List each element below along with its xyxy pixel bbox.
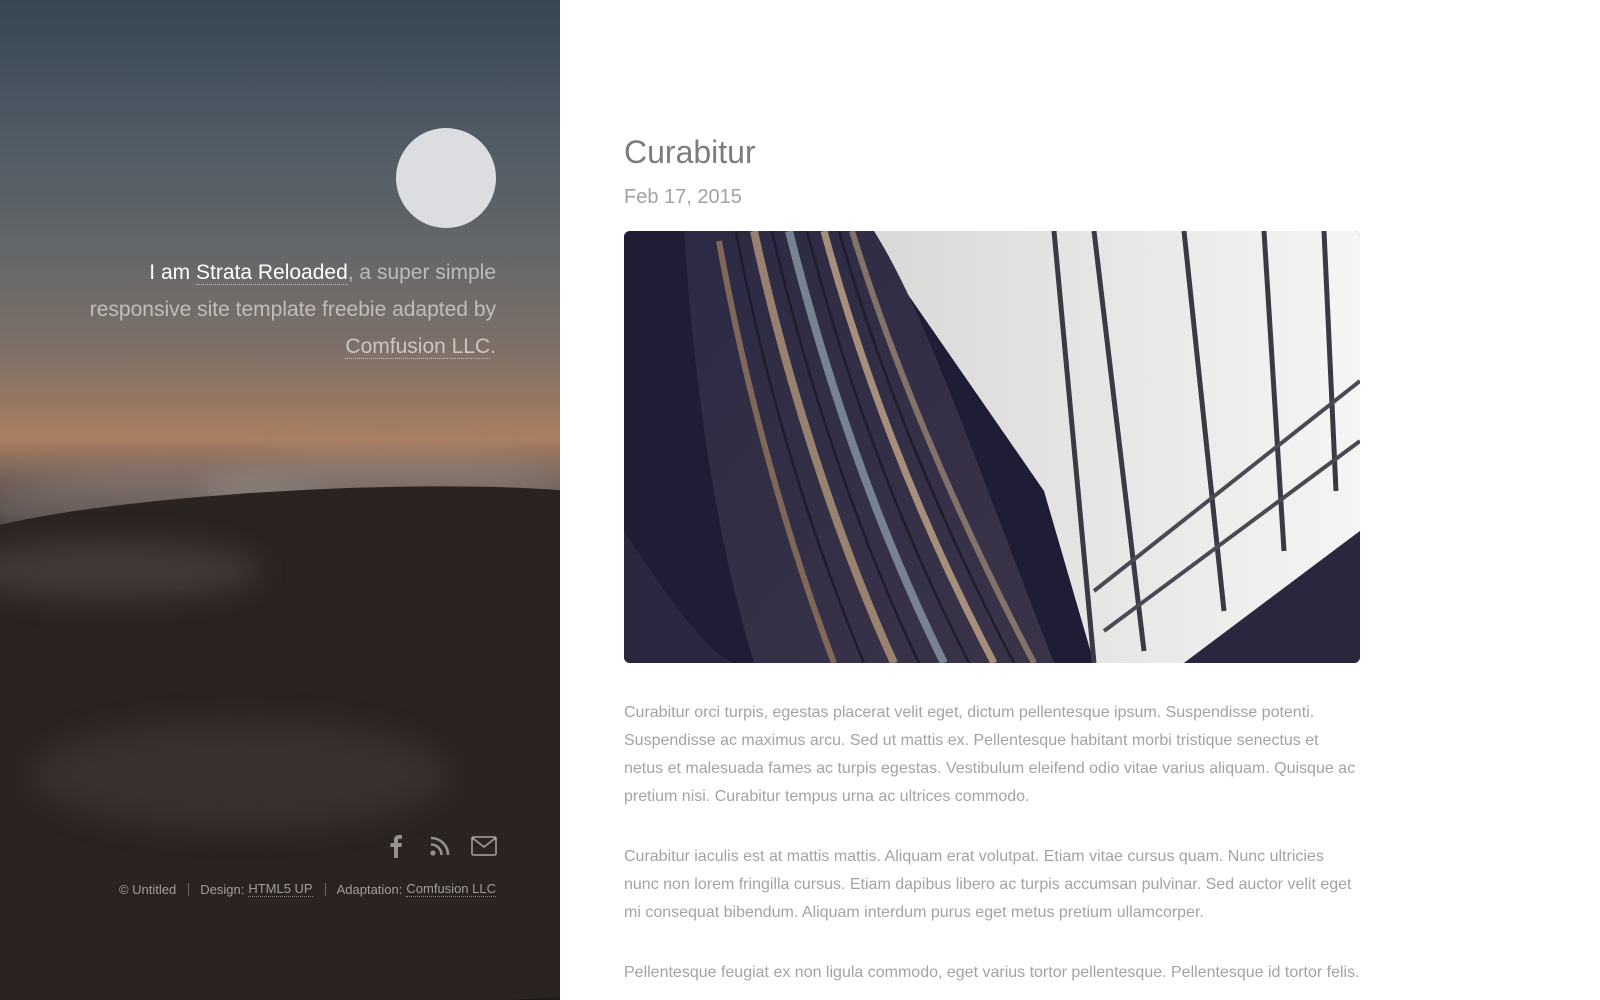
avatar: [396, 128, 496, 228]
post-image-library: [624, 231, 1360, 663]
mail-icon[interactable]: [470, 832, 498, 860]
post-title: Curabitur: [624, 134, 756, 170]
design-label: Design:: [200, 881, 245, 897]
intro-suffix: .: [490, 335, 496, 358]
adaptation-label: Adaptation:: [336, 881, 403, 897]
post-paragraph: Curabitur iaculis est at mattis mattis. …: [624, 848, 1352, 921]
facebook-icon[interactable]: [382, 832, 410, 860]
intro-prefix: I am: [149, 261, 196, 284]
divider: [188, 882, 190, 896]
social-icons: [382, 832, 498, 860]
footer-copyright: © Untitled Design: HTML5 UP Adaptation: …: [119, 881, 496, 897]
copyright-text: © Untitled: [118, 881, 177, 897]
post-date: Feb 17, 2015: [624, 186, 742, 208]
post-paragraph: Curabitur orci turpis, egestas placerat …: [624, 704, 1356, 805]
post: Curabitur Feb 17, 2015 Curabitur orci tu…: [624, 132, 1360, 987]
adaptation-credit-link[interactable]: Comfusion LLC: [406, 881, 496, 897]
design-credit-link[interactable]: HTML5 UP: [248, 881, 313, 897]
site-name-link[interactable]: Strata Reloaded: [195, 261, 348, 285]
sidebar-header: I am Strata Reloaded, a super simple res…: [0, 0, 560, 1000]
post-body: Curabitur orci turpis, egestas placerat …: [624, 699, 1360, 987]
intro-text: I am Strata Reloaded, a super simple res…: [56, 254, 496, 365]
post-paragraph: Pellentesque feugiat ex non ligula commo…: [624, 964, 1360, 981]
divider: [324, 882, 326, 896]
company-link[interactable]: Comfusion LLC: [345, 335, 491, 359]
rss-icon[interactable]: [426, 832, 454, 860]
main-content: Curabitur Feb 17, 2015 Curabitur orci tu…: [560, 0, 1600, 1000]
